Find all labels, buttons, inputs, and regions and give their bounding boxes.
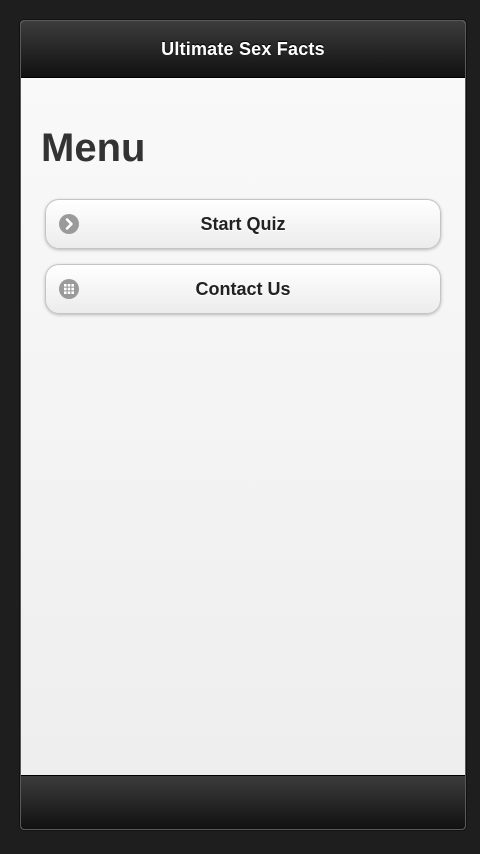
contact-us-button[interactable]: Contact Us <box>45 264 441 314</box>
menu-list: Start Quiz Contact Us <box>41 199 441 314</box>
app-frame: Ultimate Sex Facts Menu Start Quiz Conta… <box>20 20 466 830</box>
page-title: Ultimate Sex Facts <box>161 38 325 59</box>
contact-us-label: Contact Us <box>195 278 291 299</box>
start-quiz-label: Start Quiz <box>200 213 286 234</box>
arrow-right-icon <box>59 214 79 234</box>
content-area: Menu Start Quiz Contact Us <box>21 78 465 775</box>
header-bar: Ultimate Sex Facts <box>21 21 465 78</box>
menu-heading: Menu <box>41 126 146 170</box>
start-quiz-button[interactable]: Start Quiz <box>45 199 441 249</box>
footer-bar <box>21 775 465 829</box>
grid-icon <box>59 279 79 299</box>
